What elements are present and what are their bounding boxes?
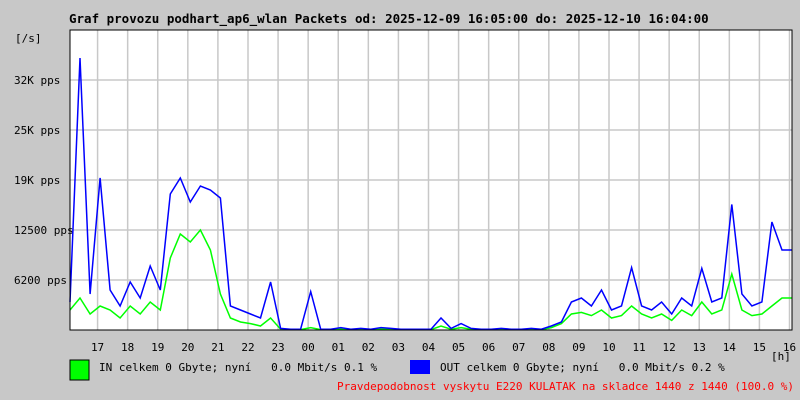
x-tick-label: 07: [512, 341, 525, 354]
x-tick-label: 23: [271, 341, 284, 354]
x-tick-label: 18: [121, 341, 134, 354]
x-tick-label: 20: [181, 341, 194, 354]
x-tick-label: 14: [723, 341, 737, 354]
y-axis-label: [/s]: [15, 32, 42, 45]
x-tick-label: 05: [452, 341, 465, 354]
x-tick-label: 11: [632, 341, 645, 354]
x-tick-label: 00: [302, 341, 315, 354]
out-legend-swatch: [410, 360, 430, 374]
traffic-chart: Graf provozu podhart_ap6_wlan Packets od…: [14, 11, 796, 393]
x-tick-label: 10: [602, 341, 615, 354]
y-tick-labels: 6200 pps 12500 pps 19K pps 25K pps 32K pps: [14, 74, 74, 287]
x-tick-label: 12: [663, 341, 676, 354]
x-tick-label: 13: [693, 341, 706, 354]
out-legend-text: OUT celkem 0 Gbyte; nyní 0.0 Mbit/s 0.2 …: [440, 361, 725, 374]
x-tick-label: 03: [392, 341, 405, 354]
x-tick-labels: 17 18 19 20 21 22 23 00 01 02 03 04 05 06 07 08 09 10 11 12…: [91, 341, 796, 354]
y-tick-label: 32K pps: [14, 74, 60, 87]
x-tick-label: 08: [542, 341, 555, 354]
y-tick-label: 12500 pps: [14, 224, 74, 237]
x-tick-label: 15: [753, 341, 766, 354]
y-tick-label: 25K pps: [14, 124, 60, 137]
in-legend-text: IN celkem 0 Gbyte; nyní 0.0 Mbit/s 0.1 %: [99, 361, 378, 374]
x-axis-label: [h]: [771, 350, 791, 363]
x-tick-label: 04: [422, 341, 436, 354]
x-tick-label: 17: [91, 341, 104, 354]
x-tick-label: 22: [241, 341, 254, 354]
x-tick-label: 02: [362, 341, 375, 354]
x-tick-label: 09: [572, 341, 585, 354]
x-tick-label: 19: [151, 341, 164, 354]
in-legend-swatch: [69, 359, 90, 381]
x-tick-label: 06: [482, 341, 495, 354]
footer-note: Pravdepodobnost vyskytu E220 KULATAK na …: [337, 380, 794, 393]
x-tick-label: 21: [211, 341, 224, 354]
x-tick-label: 01: [332, 341, 345, 354]
chart-title: Graf provozu podhart_ap6_wlan Packets od…: [69, 11, 709, 27]
y-tick-label: 19K pps: [14, 174, 60, 187]
y-tick-label: 6200 pps: [14, 274, 67, 287]
